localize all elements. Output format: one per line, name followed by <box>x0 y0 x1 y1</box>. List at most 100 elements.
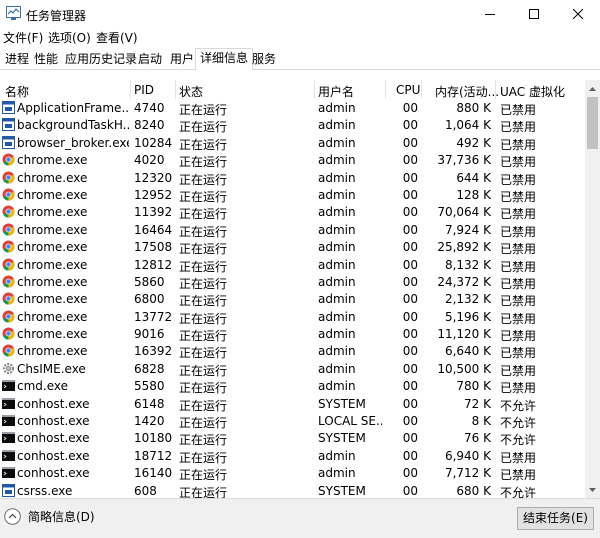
process-pid: 4740 <box>134 101 165 115</box>
process-user: admin <box>318 101 356 115</box>
tab-startup[interactable]: 启动 <box>133 49 167 69</box>
chrome-icon <box>2 188 15 201</box>
process-cpu: 00 <box>402 327 418 342</box>
table-row[interactable]: ChsIME.exe 6828 正在运行 admin 00 10,500 K 已禁用 <box>0 360 585 378</box>
tab-details[interactable]: 详细信息 <box>195 48 254 70</box>
process-memory: 2,132 K <box>444 292 491 307</box>
menu-file[interactable]: 文件(F) <box>3 29 43 46</box>
process-pid: 6148 <box>134 396 165 411</box>
process-cpu: 00 <box>402 361 418 376</box>
minimize-button[interactable] <box>468 0 512 27</box>
process-memory: 8 K <box>471 414 491 429</box>
process-user: admin <box>318 344 356 359</box>
table-row[interactable]: cmd.exe 5580 正在运行 admin 00 780 K 已禁用 <box>0 377 585 395</box>
chrome-icon <box>2 275 15 288</box>
chrome-icon <box>2 205 15 218</box>
scroll-down-arrow[interactable] <box>585 481 600 498</box>
process-pid: 16392 <box>134 344 173 359</box>
end-task-button[interactable]: 结束任务(E) <box>517 507 594 530</box>
process-name: conhost.exe <box>17 448 90 463</box>
chevron-up-icon <box>589 86 596 91</box>
process-name: csrss.exe <box>17 483 73 498</box>
tab-performance[interactable]: 性能 <box>29 49 63 69</box>
column-divider[interactable] <box>385 80 386 99</box>
chrome-icon <box>2 240 15 253</box>
process-cpu: 00 <box>402 101 418 115</box>
process-pid: 12812 <box>134 257 173 272</box>
table-row[interactable]: ApplicationFrame... 4740 正在运行 admin 00 880 K已… <box>0 99 585 117</box>
table-row[interactable]: chrome.exe 9016 正在运行 admin 00 11,120 K 已禁用 <box>0 325 585 343</box>
tab-app-history[interactable]: 应用历史记录 <box>60 49 142 69</box>
table-row[interactable]: chrome.exe 11392 正在运行 admin 00 70,064 K 已禁用 <box>0 203 585 221</box>
scroll-thumb[interactable] <box>587 97 598 149</box>
column-divider[interactable] <box>175 80 176 99</box>
process-user: admin <box>318 170 356 185</box>
process-cpu: 00 <box>402 431 418 446</box>
column-divider[interactable] <box>495 80 496 99</box>
process-memory: 128 K <box>456 187 491 202</box>
process-status: 正在运行 <box>179 485 228 498</box>
table-row[interactable]: chrome.exe 4020 正在运行 admin 00 37,736 K 已禁用 <box>0 151 585 169</box>
column-header-memory[interactable]: 内存(活动... <box>435 83 499 100</box>
process-user: admin <box>318 466 356 481</box>
process-user: admin <box>318 274 356 289</box>
table-row[interactable]: chrome.exe 5860 正在运行 admin 00 24,372 K 已禁用 <box>0 273 585 291</box>
process-pid: 18712 <box>134 448 173 463</box>
table-row[interactable]: chrome.exe 12320 正在运行 admin 00 644 K 已禁用 <box>0 169 585 187</box>
vertical-scrollbar[interactable] <box>585 80 600 498</box>
column-header-uac[interactable]: UAC 虚拟化 <box>500 83 565 100</box>
table-row[interactable]: csrss.exe 608 正在运行 SYSTEM 00 680 K 不允许 <box>0 482 585 498</box>
app-window-icon <box>2 118 15 132</box>
process-cpu: 00 <box>402 379 418 394</box>
table-row[interactable]: chrome.exe 17508 正在运行 admin 00 25,892 K 已禁用 <box>0 238 585 256</box>
process-pid: 12952 <box>134 187 173 202</box>
process-pid: 1420 <box>134 414 165 429</box>
fewer-details-button[interactable]: 简略信息(D) <box>4 508 95 525</box>
table-row[interactable]: backgroundTaskH... 8240 正在运行 admin 00 1,064 K… <box>0 116 585 134</box>
process-name: browser_broker.exe <box>17 135 129 150</box>
process-user: SYSTEM <box>318 396 366 411</box>
table-row[interactable]: chrome.exe 13772 正在运行 admin 00 5,196 K 已禁用 <box>0 308 585 326</box>
process-pid: 12320 <box>134 170 173 185</box>
table-row[interactable]: conhost.exe 6148 正在运行 SYSTEM 00 72 K 不允许 <box>0 395 585 413</box>
table-row[interactable]: chrome.exe 16464 正在运行 admin 00 7,924 K 已禁用 <box>0 221 585 239</box>
process-memory: 10,500 K <box>437 361 491 376</box>
process-memory: 780 K <box>456 379 491 394</box>
tab-users[interactable]: 用户 <box>165 49 199 69</box>
process-cpu: 00 <box>402 257 418 272</box>
table-body: ApplicationFrame... 4740 正在运行 admin 00 880 K已… <box>0 99 585 498</box>
table-row[interactable]: chrome.exe 6800 正在运行 admin 00 2,132 K 已禁用 <box>0 290 585 308</box>
process-user: admin <box>318 205 356 220</box>
close-button[interactable] <box>556 0 600 27</box>
maximize-button[interactable] <box>512 0 556 27</box>
column-divider[interactable] <box>314 80 315 99</box>
process-cpu: 00 <box>402 414 418 429</box>
column-divider[interactable] <box>421 80 422 99</box>
table-row[interactable]: conhost.exe 1420 正在运行 LOCAL SE... 00 8 K 不允许 <box>0 412 585 430</box>
menu-options[interactable]: 选项(O) <box>48 29 91 46</box>
table-row[interactable]: browser_broker.exe 10284 正在运行 admin 00 492 K已… <box>0 134 585 152</box>
table-row[interactable]: chrome.exe 12812 正在运行 admin 00 8,132 K 已禁用 <box>0 256 585 274</box>
table-row[interactable]: conhost.exe 10180 正在运行 SYSTEM 00 76 K 不允许 <box>0 429 585 447</box>
table-row[interactable]: chrome.exe 16392 正在运行 admin 00 6,640 K 已禁用 <box>0 342 585 360</box>
table-row[interactable]: conhost.exe 16140 正在运行 admin 00 7,712 K 已禁用 <box>0 464 585 482</box>
column-header-user[interactable]: 用户名 <box>318 83 354 100</box>
process-memory: 72 K <box>464 396 491 411</box>
menu-view[interactable]: 查看(V) <box>96 29 138 46</box>
column-header-status[interactable]: 状态 <box>179 83 203 100</box>
column-header-name[interactable]: 名称 <box>5 83 29 100</box>
scroll-up-arrow[interactable] <box>585 80 600 97</box>
column-header-cpu[interactable]: CPU <box>396 83 420 97</box>
column-divider[interactable] <box>130 80 131 99</box>
process-name: chrome.exe <box>17 344 88 359</box>
table-row[interactable]: chrome.exe 12952 正在运行 admin 00 128 K 已禁用 <box>0 186 585 204</box>
table-row[interactable]: conhost.exe 18712 正在运行 admin 00 6,940 K 已禁用 <box>0 447 585 465</box>
tab-services[interactable]: 服务 <box>247 49 281 69</box>
console-icon <box>2 449 15 462</box>
chrome-icon <box>2 344 15 357</box>
process-name: ChsIME.exe <box>17 361 86 376</box>
process-name: conhost.exe <box>17 431 90 446</box>
column-header-pid[interactable]: PID <box>134 83 154 97</box>
details-table: 名称 PID 状态 用户名 CPU 内存(活动... UAC 虚拟化 Appli… <box>0 80 600 498</box>
process-memory: 76 K <box>464 431 491 446</box>
